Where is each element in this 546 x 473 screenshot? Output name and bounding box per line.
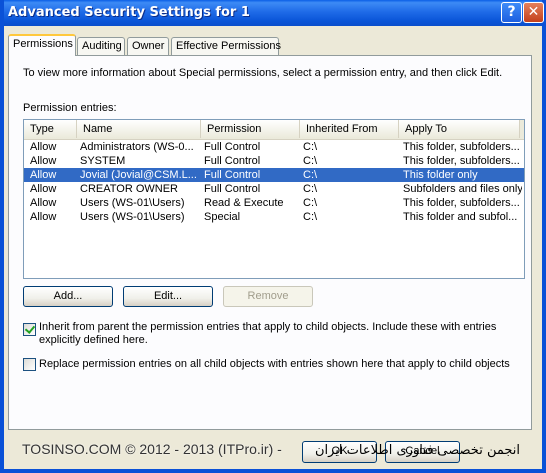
cell-apply-to: This folder, subfolders... <box>403 197 520 209</box>
cell-name: SYSTEM <box>80 155 126 167</box>
table-row-selected[interactable]: Allow Jovial (Jovial@CSM.L... Full Contr… <box>24 168 524 182</box>
table-row[interactable]: Allow Users (WS-01\Users) Read & Execute… <box>24 196 524 210</box>
cell-name: Jovial (Jovial@CSM.L... <box>80 169 197 181</box>
tab-effective-permissions[interactable]: Effective Permissions <box>171 37 281 55</box>
cell-inherited-from: C:\ <box>303 169 318 181</box>
edit-button[interactable]: Edit... <box>123 286 213 307</box>
replace-checkbox[interactable] <box>23 358 36 371</box>
remove-button[interactable]: Remove <box>223 286 313 307</box>
help-button[interactable]: ? <box>501 2 522 23</box>
cell-inherited-from: C:\ <box>303 197 318 209</box>
column-header-permission[interactable]: Permission <box>201 120 300 138</box>
permission-entries-label: Permission entries: <box>23 102 117 114</box>
watermark-text: TOSINSO.COM © 2012 - 2013 (ITPro.ir) - <box>22 441 282 457</box>
cell-permission: Read & Execute <box>204 197 284 209</box>
cell-inherited-from: C:\ <box>303 183 318 195</box>
column-header-apply-to[interactable]: Apply To <box>399 120 520 138</box>
cell-apply-to: This folder only <box>403 169 478 181</box>
cell-apply-to: This folder, subfolders... <box>403 155 520 167</box>
cell-permission: Full Control <box>204 155 261 167</box>
table-row[interactable]: Allow Administrators (WS-0... Full Contr… <box>24 140 524 154</box>
cell-apply-to: This folder, subfolders... <box>403 141 520 153</box>
cell-type: Allow <box>30 169 57 181</box>
cell-inherited-from: C:\ <box>303 141 318 153</box>
cell-type: Allow <box>30 183 57 195</box>
title-bar[interactable]: Advanced Security Settings for 1 ? ✕ <box>4 0 544 26</box>
cell-name: Users (WS-01\Users) <box>80 211 185 223</box>
window-title: Advanced Security Settings for 1 <box>8 5 250 20</box>
help-icon: ? <box>507 4 516 20</box>
column-header-name[interactable]: Name <box>77 120 201 138</box>
replace-checkbox-label[interactable]: Replace permission entries on all child … <box>39 358 524 371</box>
cell-permission: Full Control <box>204 183 261 195</box>
table-row[interactable]: Allow Users (WS-01\Users) Special C:\ Th… <box>24 210 524 224</box>
add-button[interactable]: Add... <box>23 286 113 307</box>
inherit-checkbox-label[interactable]: Inherit from parent the permission entri… <box>39 321 519 347</box>
list-header: Type Name Permission Inherited From Appl… <box>24 120 524 140</box>
cell-apply-to: This folder and subfol... <box>403 211 518 223</box>
cell-apply-to: Subfolders and files only <box>403 183 522 195</box>
tab-permissions[interactable]: Permissions <box>8 34 76 56</box>
cell-name: Administrators (WS-0... <box>80 141 194 153</box>
permissions-panel: To view more information about Special p… <box>8 55 532 430</box>
intro-text: To view more information about Special p… <box>23 67 503 79</box>
close-icon: ✕ <box>527 4 540 20</box>
cell-type: Allow <box>30 141 57 153</box>
permission-entries-list[interactable]: Type Name Permission Inherited From Appl… <box>23 119 525 279</box>
close-button[interactable]: ✕ <box>523 2 544 23</box>
cell-name: CREATOR OWNER <box>80 183 178 195</box>
cell-permission: Special <box>204 211 241 223</box>
cell-inherited-from: C:\ <box>303 211 318 223</box>
cell-name: Users (WS-01\Users) <box>80 197 185 209</box>
cell-permission: Full Control <box>204 169 261 181</box>
tab-auditing[interactable]: Auditing <box>77 37 125 55</box>
watermark-rtl-text: انجمن تخصصی فناوری اطلاعات ایران <box>314 443 520 458</box>
cell-type: Allow <box>30 197 57 209</box>
cell-permission: Full Control <box>204 141 261 153</box>
column-header-type[interactable]: Type <box>24 120 77 138</box>
inherit-checkbox[interactable] <box>23 323 36 336</box>
tab-owner[interactable]: Owner <box>127 37 169 55</box>
column-header-inherited-from[interactable]: Inherited From <box>300 120 399 138</box>
cell-type: Allow <box>30 211 57 223</box>
cell-inherited-from: C:\ <box>303 155 318 167</box>
table-row[interactable]: Allow CREATOR OWNER Full Control C:\ Sub… <box>24 182 524 196</box>
cell-type: Allow <box>30 155 57 167</box>
table-row[interactable]: Allow SYSTEM Full Control C:\ This folde… <box>24 154 524 168</box>
